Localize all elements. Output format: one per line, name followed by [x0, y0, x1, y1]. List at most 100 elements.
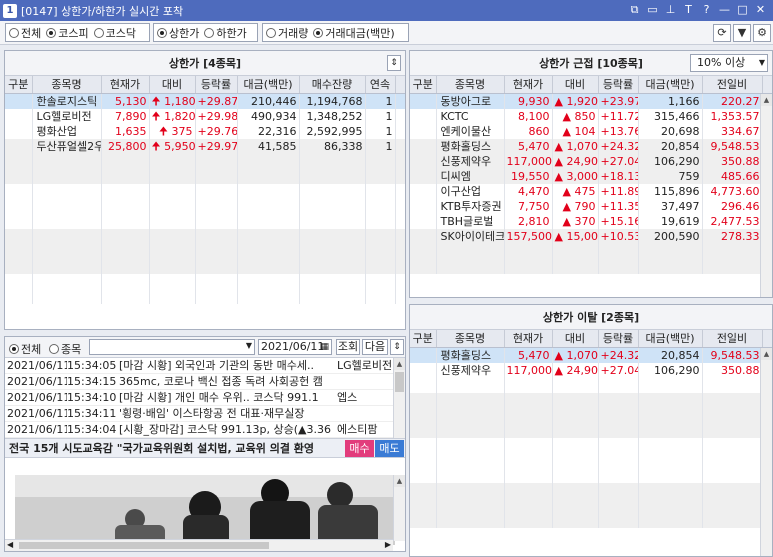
stock-search-input[interactable]: ▼	[89, 339, 255, 355]
prev-cell: 220.27	[702, 93, 763, 109]
chevron-up-icon[interactable]: ▲	[394, 358, 405, 370]
window-control-icon[interactable]: T	[682, 2, 695, 18]
window-control-icon[interactable]: ✕	[754, 2, 767, 18]
type-cell	[5, 243, 33, 259]
rate-cell: +24.32	[598, 347, 639, 363]
table-row[interactable]: 이구산업 4,470 ▲ 475 +11.89 115,896 4,773.60	[410, 183, 772, 199]
chevron-up-icon[interactable]: ▲	[761, 348, 772, 360]
table-row[interactable]: 평화홀딩스 5,470 ▲ 1,070 +24.32 20,854 9,548.53	[410, 347, 772, 363]
news-item[interactable]: 2021/06/11 15:34:04 [시황_장마감] 코스닥 991.13p, …	[5, 422, 405, 438]
table-row[interactable]: 디씨엠 19,550 ▲ 3,000 +18.13 759 485.66	[410, 168, 772, 184]
sort-toggle-icon[interactable]: ⇕	[390, 339, 404, 355]
column-header[interactable]: 전일비	[702, 330, 763, 348]
window-control-icon[interactable]: □	[736, 2, 749, 18]
news-item[interactable]: 2021/06/11 15:34:10 [마감 시황] 개인 매수 우위.. 코스닥…	[5, 390, 405, 406]
table-row[interactable]: LG헬로비전 7,890 🠉 1,820 +29.98 490,934 1,348,252…	[5, 108, 405, 124]
table-row[interactable]: 한솔로지스틱 5,130 🠉 1,180 +29.87 210,446 1,194,768…	[5, 93, 405, 109]
table-row[interactable]: 두산퓨얼셀2우 25,800 🠉 5,950 +29.97 41,585 86,338 1	[5, 138, 405, 154]
sort-toggle-icon[interactable]: ⇕	[387, 55, 401, 71]
column-header[interactable]: 현재가	[504, 330, 553, 348]
chevron-up-icon[interactable]: ▲	[394, 475, 405, 487]
buy-button[interactable]: 매수	[345, 440, 374, 457]
column-header[interactable]: 현재가	[101, 76, 150, 94]
vertical-scrollbar[interactable]: ▲	[760, 94, 772, 297]
limit-option[interactable]: 하한가	[204, 25, 247, 41]
market-option[interactable]: 코스피	[46, 25, 89, 41]
column-header[interactable]: 연속	[365, 76, 396, 94]
amount-cell	[638, 377, 703, 393]
news-title: '횡령·배임' 이스타항공 전 대표·재무실장	[119, 407, 305, 420]
column-header[interactable]: 대비	[552, 76, 599, 94]
next-button[interactable]: 다음	[362, 339, 388, 355]
column-header[interactable]: 등락률	[598, 330, 639, 348]
column-header[interactable]: 종목명	[32, 76, 102, 94]
column-header[interactable]: 현재가	[504, 76, 553, 94]
column-header[interactable]: 대비	[149, 76, 196, 94]
table-row[interactable]: 평화산업 1,635 🠉 375 +29.76 22,316 2,592,995 1	[5, 123, 405, 139]
news-item[interactable]: 2021/06/11 15:34:05 [마감 시황] 외국인과 기관의 동반 매수…	[5, 358, 405, 374]
scroll-cell	[395, 273, 405, 289]
news-filter-all[interactable]: 전체	[9, 341, 41, 357]
column-header[interactable]: 구분	[410, 330, 437, 348]
table-row[interactable]: 평화홀딩스 5,470 ▲ 1,070 +24.32 20,854 9,548.53	[410, 138, 772, 154]
table-row[interactable]: 신풍제약우117,000▲ 24,900+27.04106,290350.88	[410, 153, 772, 169]
news-item[interactable]: 2021/06/11 15:34:15 365mc, 코로나 백신 접종 독려 사회…	[5, 374, 405, 390]
filter-select[interactable]: 10% 이상 ▼	[690, 54, 768, 72]
column-header[interactable]: 대비	[552, 330, 599, 348]
window-control-icon[interactable]: ▭	[646, 2, 659, 18]
vertical-scrollbar[interactable]: ▲	[760, 348, 772, 556]
column-header[interactable]: 전일비	[702, 76, 763, 94]
sort-option[interactable]: 거래대금(백만)	[313, 25, 395, 41]
column-header[interactable]: 대금(백만)	[237, 76, 300, 94]
column-header[interactable]: 종목명	[436, 76, 505, 94]
sort-option[interactable]: 거래량	[266, 25, 308, 41]
market-option[interactable]: 코스닥	[93, 25, 136, 41]
table-row[interactable]: 신풍제약우117,000▲ 24,900+27.04106,290350.88	[410, 362, 772, 378]
name-cell	[32, 228, 102, 244]
bid-cell	[299, 153, 366, 169]
table-row[interactable]: 동방아그로 9,930 ▲ 1,920 +23.97 1,166 220.27	[410, 93, 772, 109]
price-cell: 8,100	[504, 108, 553, 124]
column-header[interactable]: 구분	[5, 76, 33, 94]
column-header[interactable]: 구분	[410, 76, 437, 94]
cont-cell	[365, 183, 396, 199]
scroll-thumb[interactable]	[395, 372, 404, 392]
bid-cell	[299, 213, 366, 229]
window-control-icon[interactable]: ⊥	[664, 2, 677, 18]
window-control-icon[interactable]: ⧉	[628, 2, 641, 18]
search-button[interactable]: 조회	[336, 339, 360, 355]
market-option[interactable]: 전체	[9, 25, 41, 41]
news-date-input[interactable]: 2021/06/11 ▦	[258, 339, 332, 355]
table-row[interactable]: TBH글로벌 2,810 ▲ 370 +15.16 19,619 2,477.53	[410, 213, 772, 229]
news-item[interactable]: 2021/06/11 15:34:11 '횡령·배임' 이스타항공 전 대표·재무실…	[5, 406, 405, 422]
refresh-icon[interactable]: ⟳	[713, 24, 731, 42]
column-header[interactable]: 종목명	[436, 330, 505, 348]
amount-cell: 115,896	[638, 183, 703, 199]
table-row[interactable]: SK아이이테크157,500▲ 15,000+10.53200,590278.3…	[410, 228, 772, 244]
bid-cell	[299, 273, 366, 289]
column-header[interactable]: 대금(백만)	[638, 76, 703, 94]
scrollbar-header	[395, 76, 405, 94]
chevron-left-icon[interactable]: ◀	[7, 540, 13, 549]
column-header[interactable]: 매수잔량	[299, 76, 366, 94]
table-row[interactable]: KCTC 8,100 ▲ 850 +11.72 315,466 1,353.57	[410, 108, 772, 124]
news-filter-stock[interactable]: 종목	[49, 341, 81, 357]
news-date: 2021/06/11	[7, 407, 67, 420]
table-row[interactable]: 엔케이물산 860 ▲ 104 +13.76 20,698 334.67	[410, 123, 772, 139]
column-header[interactable]: 등락률	[598, 76, 639, 94]
photo-vertical-scrollbar[interactable]: ▲	[393, 475, 405, 541]
window-control-icon[interactable]: ?	[700, 2, 713, 18]
table-row[interactable]: KTB투자증권 7,750 ▲ 790 +11.35 37,497 296.46	[410, 198, 772, 214]
scroll-thumb[interactable]	[19, 542, 269, 549]
window-control-icon[interactable]: —	[718, 2, 731, 18]
column-header[interactable]: 등락률	[195, 76, 238, 94]
sell-button[interactable]: 매도	[375, 440, 404, 457]
chevron-up-icon[interactable]: ▲	[761, 94, 772, 106]
horizontal-scrollbar[interactable]: ◀ ▶	[5, 539, 393, 551]
news-vertical-scrollbar[interactable]: ▲	[393, 358, 405, 438]
chevron-right-icon[interactable]: ▶	[385, 540, 391, 549]
gear-icon[interactable]: ⚙	[753, 24, 771, 42]
dropdown-icon[interactable]: ▼	[733, 24, 751, 42]
limit-option[interactable]: 상한가	[157, 25, 199, 41]
column-header[interactable]: 대금(백만)	[638, 330, 703, 348]
